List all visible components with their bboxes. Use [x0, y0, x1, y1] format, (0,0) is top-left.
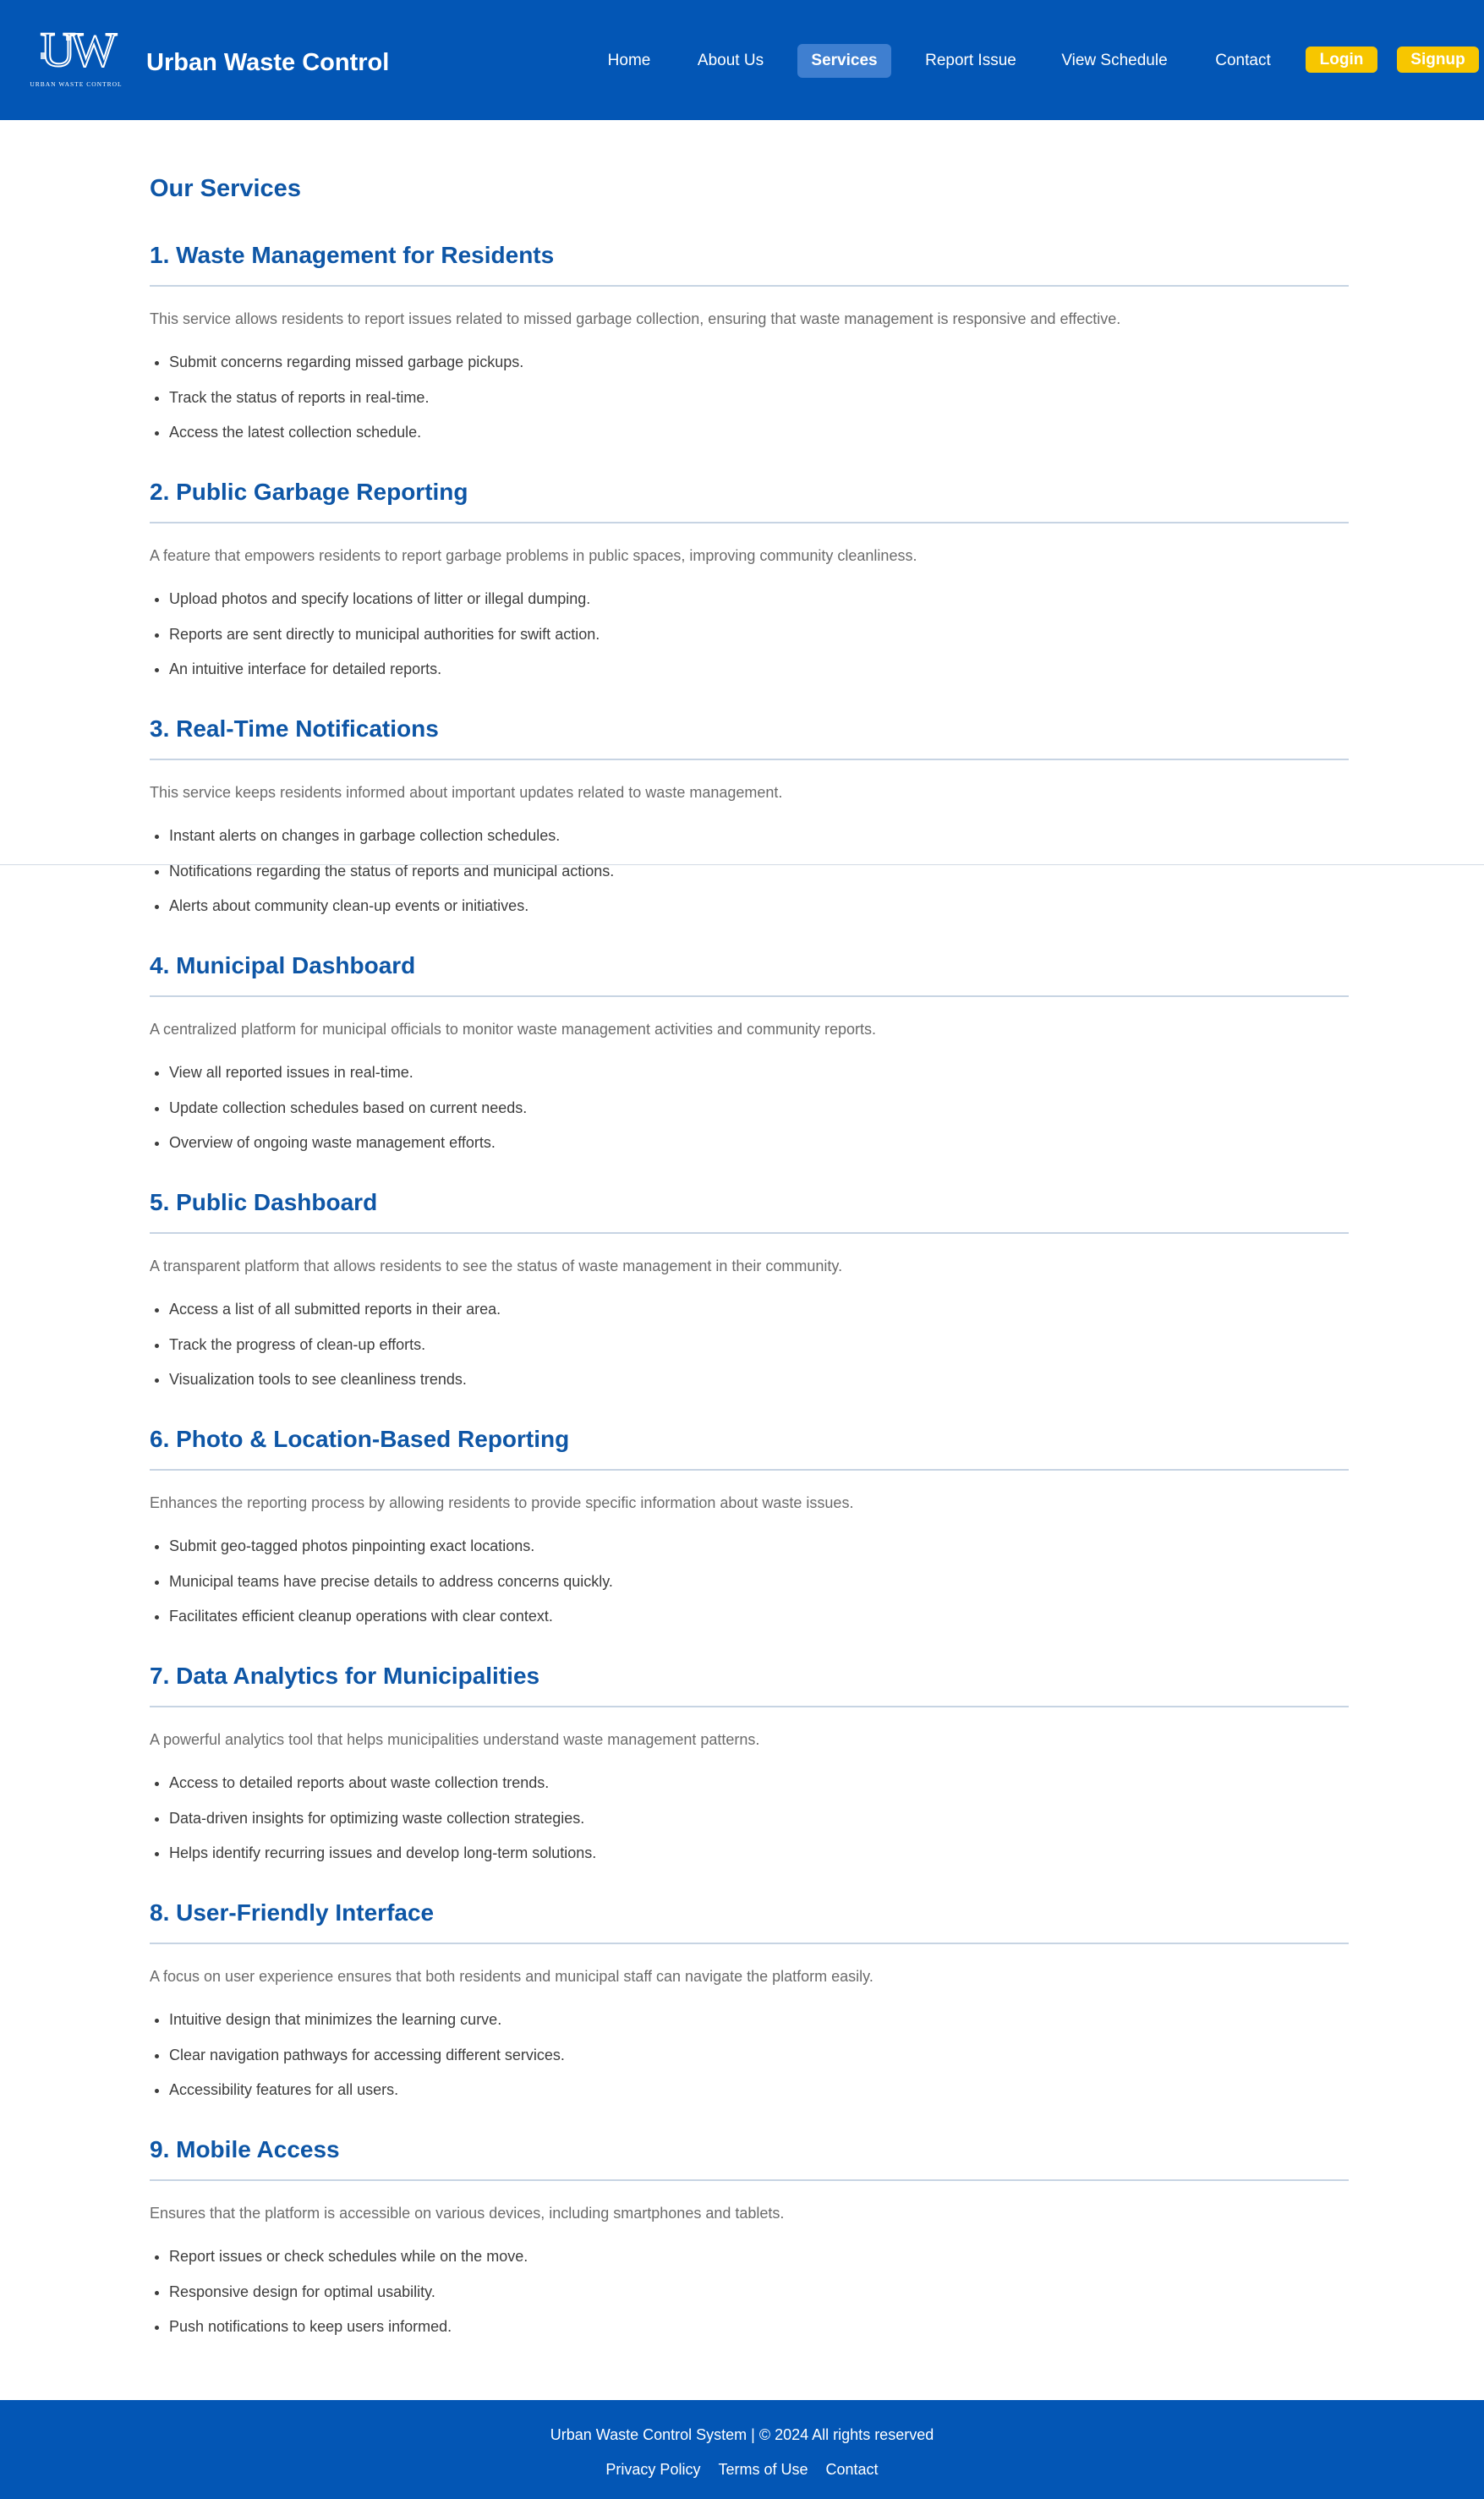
- login-button[interactable]: Login: [1306, 47, 1377, 73]
- section-description: A centralized platform for municipal off…: [150, 1021, 877, 1038]
- footer-copyright: Urban Waste Control System | © 2024 All …: [550, 2426, 934, 2443]
- service-section-notifications: 3. Real-Time Notifications This service …: [150, 712, 1349, 949]
- section-description: This service allows residents to report …: [150, 310, 1121, 327]
- list-item: Report issues or check schedules while o…: [169, 2244, 528, 2279]
- list-item: Accessibility features for all users.: [169, 2077, 565, 2113]
- service-section-municipal-dashboard: 4. Municipal Dashboard A centralized pla…: [150, 949, 1349, 1186]
- list-item: Update collection schedules based on cur…: [169, 1095, 527, 1131]
- section-description: A feature that empowers residents to rep…: [150, 547, 917, 564]
- section-divider: [150, 1469, 1349, 1471]
- nav-home[interactable]: Home: [596, 44, 662, 78]
- service-section-waste-management: 1. Waste Management for Residents This s…: [150, 238, 1349, 475]
- section-divider: [150, 285, 1349, 287]
- service-section-photo-location: 6. Photo & Location-Based Reporting Enha…: [150, 1422, 1349, 1659]
- viewport-fold-divider: [0, 864, 1484, 865]
- feature-list: Intuitive design that minimizes the lear…: [150, 2007, 565, 2113]
- list-item: Intuitive design that minimizes the lear…: [169, 2007, 565, 2042]
- section-divider: [150, 2179, 1349, 2181]
- section-heading: 5. Public Dashboard: [150, 1189, 378, 1215]
- service-section-mobile-access: 9. Mobile Access Ensures that the platfo…: [150, 2133, 1349, 2370]
- list-item: Access a list of all submitted reports i…: [169, 1296, 501, 1332]
- nav-report-issue[interactable]: Report Issue: [916, 44, 1026, 78]
- section-heading: 4. Municipal Dashboard: [150, 952, 416, 978]
- list-item: Clear navigation pathways for accessing …: [169, 2042, 565, 2078]
- section-heading: 6. Photo & Location-Based Reporting: [150, 1426, 570, 1452]
- brand-name[interactable]: Urban Waste Control: [146, 49, 389, 77]
- list-item: Instant alerts on changes in garbage col…: [169, 823, 614, 858]
- list-item: Notifications regarding the status of re…: [169, 858, 614, 894]
- service-section-public-dashboard: 5. Public Dashboard A transparent platfo…: [150, 1186, 1349, 1422]
- list-item: Submit concerns regarding missed garbage…: [169, 349, 523, 385]
- logo-caption: URBAN WASTE CONTROL: [30, 80, 122, 88]
- feature-list: Access a list of all submitted reports i…: [150, 1296, 501, 1402]
- service-section-public-reporting: 2. Public Garbage Reporting A feature th…: [150, 475, 1349, 712]
- section-divider: [150, 995, 1349, 997]
- list-item: Push notifications to keep users informe…: [169, 2314, 528, 2349]
- feature-list: Report issues or check schedules while o…: [150, 2244, 528, 2349]
- list-item: Municipal teams have precise details to …: [169, 1569, 613, 1604]
- signup-button[interactable]: Signup: [1397, 47, 1479, 73]
- brand-logo[interactable]: UW URBAN WASTE CONTROL: [22, 27, 130, 91]
- section-divider: [150, 522, 1349, 523]
- list-item: An intuitive interface for detailed repo…: [169, 656, 600, 692]
- nav-about-us[interactable]: About Us: [687, 44, 775, 78]
- list-item: Responsive design for optimal usability.: [169, 2279, 528, 2315]
- section-heading: 8. User-Friendly Interface: [150, 1899, 435, 1926]
- page-title: Our Services: [150, 175, 301, 202]
- list-item: Submit geo-tagged photos pinpointing exa…: [169, 1533, 613, 1569]
- feature-list: Access to detailed reports about waste c…: [150, 1770, 596, 1876]
- list-item: Overview of ongoing waste management eff…: [169, 1130, 527, 1165]
- list-item: Data-driven insights for optimizing wast…: [169, 1806, 596, 1841]
- list-item: Alerts about community clean-up events o…: [169, 893, 614, 929]
- section-description: A transparent platform that allows resid…: [150, 1258, 843, 1274]
- list-item: Track the status of reports in real-time…: [169, 385, 523, 420]
- list-item: Access the latest collection schedule.: [169, 419, 523, 455]
- section-divider: [150, 1232, 1349, 1234]
- list-item: Access to detailed reports about waste c…: [169, 1770, 596, 1806]
- logo-letters: UW: [41, 27, 118, 77]
- section-heading: 1. Waste Management for Residents: [150, 242, 555, 268]
- nav-contact[interactable]: Contact: [1206, 44, 1280, 78]
- list-item: Track the progress of clean-up efforts.: [169, 1332, 501, 1367]
- section-description: Enhances the reporting process by allowi…: [150, 1494, 854, 1511]
- service-section-data-analytics: 7. Data Analytics for Municipalities A p…: [150, 1659, 1349, 1896]
- feature-list: Instant alerts on changes in garbage col…: [150, 823, 614, 929]
- site-header: UW URBAN WASTE CONTROL Urban Waste Contr…: [0, 0, 1484, 120]
- section-heading: 9. Mobile Access: [150, 2136, 340, 2162]
- list-item: Helps identify recurring issues and deve…: [169, 1840, 596, 1876]
- section-description: A powerful analytics tool that helps mun…: [150, 1731, 760, 1748]
- list-item: Visualization tools to see cleanliness t…: [169, 1367, 501, 1402]
- feature-list: Upload photos and specify locations of l…: [150, 586, 600, 692]
- feature-list: Submit geo-tagged photos pinpointing exa…: [150, 1533, 613, 1639]
- nav-view-schedule[interactable]: View Schedule: [1053, 44, 1176, 78]
- list-item: Facilitates efficient cleanup operations…: [169, 1603, 613, 1639]
- footer-link-terms-of-use[interactable]: Terms of Use: [718, 2461, 808, 2478]
- feature-list: Submit concerns regarding missed garbage…: [150, 349, 523, 455]
- footer-links: Privacy Policy Terms of Use Contact: [0, 2457, 1484, 2482]
- service-section-user-friendly: 8. User-Friendly Interface A focus on us…: [150, 1896, 1349, 2133]
- list-item: Reports are sent directly to municipal a…: [169, 622, 600, 657]
- section-description: A focus on user experience ensures that …: [150, 1968, 873, 1985]
- footer-link-privacy-policy[interactable]: Privacy Policy: [605, 2461, 700, 2478]
- section-heading: 7. Data Analytics for Municipalities: [150, 1663, 540, 1689]
- site-footer: Urban Waste Control System | © 2024 All …: [0, 2400, 1484, 2499]
- section-heading: 2. Public Garbage Reporting: [150, 479, 468, 505]
- list-item: Upload photos and specify locations of l…: [169, 586, 600, 622]
- section-description: Ensures that the platform is accessible …: [150, 2205, 785, 2222]
- footer-link-contact[interactable]: Contact: [826, 2461, 879, 2478]
- section-heading: 3. Real-Time Notifications: [150, 715, 439, 742]
- section-divider: [150, 759, 1349, 760]
- section-divider: [150, 1943, 1349, 1944]
- list-item: View all reported issues in real-time.: [169, 1060, 527, 1095]
- feature-list: View all reported issues in real-time. U…: [150, 1060, 527, 1165]
- section-description: This service keeps residents informed ab…: [150, 784, 783, 801]
- section-divider: [150, 1706, 1349, 1707]
- nav-services[interactable]: Services: [797, 44, 891, 78]
